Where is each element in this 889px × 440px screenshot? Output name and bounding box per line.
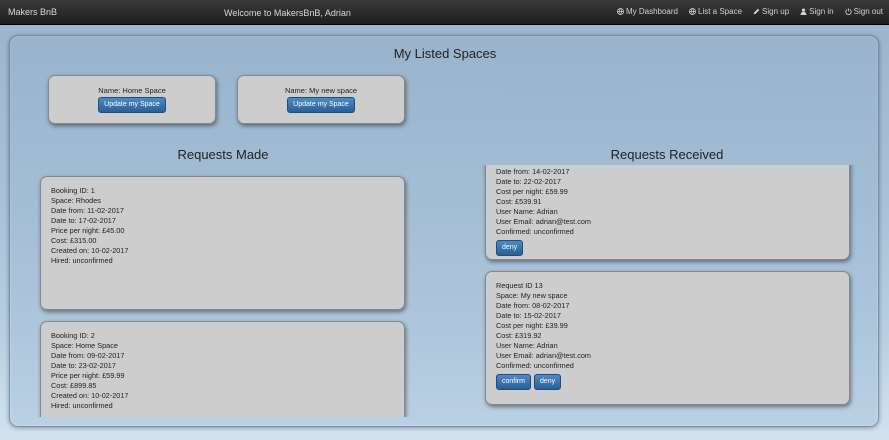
update-space-button[interactable]: Update my Space (98, 97, 166, 113)
globe-icon (689, 8, 696, 15)
booking-cost: Cost: £315.00 (51, 236, 97, 245)
nav-sign-up[interactable]: Sign up (753, 7, 789, 16)
nav-links: My Dashboard List a Space Sign up Sign i… (617, 7, 883, 16)
booking-created-on: Created on: 10-02-2017 (51, 391, 129, 400)
booking-cost: Cost: £899.85 (51, 381, 97, 390)
booking-price-per-night: Price per night: £45.00 (51, 226, 125, 235)
user-icon (800, 8, 807, 15)
nav-sign-out[interactable]: Sign out (845, 7, 883, 16)
request-cost: Cost: £319.92 (496, 331, 542, 340)
brand-logo[interactable]: Makers BnB (8, 7, 57, 17)
requests-received-title: Requests Received (610, 147, 724, 162)
requests-received-list[interactable]: Date from: 14-02-2017 Date to: 22-02-201… (480, 165, 860, 415)
request-user-email: User Email: adrian@test.com (496, 351, 591, 360)
request-confirmed-status: Confirmed: unconfirmed (496, 227, 574, 236)
request-date-to: Date to: 22-02-2017 (496, 177, 561, 186)
request-card: Request ID 13 Space: My new space Date f… (485, 271, 850, 405)
request-id: Request ID 13 (496, 281, 543, 290)
nav-sign-out-label: Sign out (853, 7, 883, 16)
request-cost-per-night: Cost per night: £59.99 (496, 187, 568, 196)
pencil-icon (753, 8, 760, 15)
booking-card: Booking ID: 1 Space: Rhodes Date from: 1… (40, 176, 405, 310)
requests-made-title: Requests Made (177, 147, 269, 162)
booking-space: Space: Home Space (51, 341, 118, 350)
requests-made-list[interactable]: Booking ID: 1 Space: Rhodes Date from: 1… (35, 166, 415, 417)
booking-id: Booking ID: 2 (51, 331, 95, 340)
booking-date-from: Date from: 09-02-2017 (51, 351, 125, 360)
booking-card: Booking ID: 2 Space: Home Space Date fro… (40, 321, 405, 417)
nav-list-a-space[interactable]: List a Space (689, 7, 742, 16)
listed-spaces-title: My Listed Spaces (393, 46, 497, 61)
booking-hired-status: Hired: unconfirmed (51, 401, 113, 410)
space-card: Name: Home Space Update my Space (48, 75, 216, 124)
space-name: Name: Home Space (98, 86, 166, 95)
request-date-to: Date to: 15-02-2017 (496, 311, 561, 320)
request-card: Date from: 14-02-2017 Date to: 22-02-201… (485, 165, 850, 260)
booking-date-to: Date to: 17-02-2017 (51, 216, 116, 225)
request-actions: deny (496, 240, 839, 256)
space-card: Name: My new space Update my Space (237, 75, 405, 124)
nav-sign-in[interactable]: Sign in (800, 7, 834, 16)
deny-button[interactable]: deny (496, 240, 524, 256)
booking-space: Space: Rhodes (51, 196, 101, 205)
booking-id: Booking ID: 1 (51, 186, 95, 195)
confirm-button[interactable]: confirm (496, 374, 531, 390)
power-icon (845, 8, 852, 15)
nav-my-dashboard-label: My Dashboard (625, 7, 678, 16)
request-user-email: User Email: adrian@test.com (496, 217, 591, 226)
space-name: Name: My new space (284, 86, 358, 95)
globe-icon (617, 8, 624, 15)
request-date-from: Date from: 08-02-2017 (496, 301, 570, 310)
nav-my-dashboard[interactable]: My Dashboard (617, 7, 678, 16)
update-space-button[interactable]: Update my Space (287, 97, 355, 113)
request-user-name: User Name: Adrian (496, 207, 558, 216)
navbar: Makers BnB Welcome to MakersBnB, Adrian … (0, 0, 889, 25)
booking-price-per-night: Price per night: £59.99 (51, 371, 125, 380)
deny-button[interactable]: deny (533, 374, 562, 390)
request-cost: Cost: £539.91 (496, 197, 542, 206)
booking-hired-status: Hired: unconfirmed (51, 256, 113, 265)
booking-date-to: Date to: 23-02-2017 (51, 361, 116, 370)
request-user-name: User Name: Adrian (496, 341, 558, 350)
nav-sign-in-label: Sign in (809, 7, 834, 16)
request-space: Space: My new space (496, 291, 568, 300)
request-cost-per-night: Cost per night: £39.99 (496, 321, 568, 330)
nav-list-a-space-label: List a Space (698, 7, 743, 16)
nav-sign-up-label: Sign up (762, 7, 790, 16)
booking-created-on: Created on: 10-02-2017 (51, 246, 129, 255)
dashboard-panel: My Listed Spaces Name: Home Space Update… (9, 35, 879, 427)
request-date-from: Date from: 14-02-2017 (496, 167, 570, 176)
request-actions: confirm deny (496, 374, 839, 390)
request-confirmed-status: Confirmed: unconfirmed (496, 361, 574, 370)
welcome-message: Welcome to MakersBnB, Adrian (224, 8, 351, 18)
booking-date-from: Date from: 11-02-2017 (51, 206, 124, 215)
